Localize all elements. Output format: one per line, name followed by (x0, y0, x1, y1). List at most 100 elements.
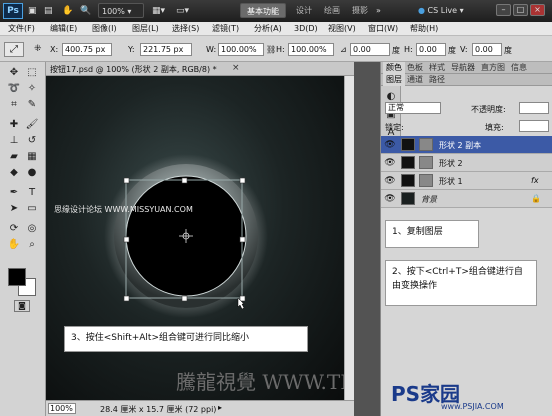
screen-mode-icon[interactable]: ▭▾ (176, 5, 189, 17)
y-position-input[interactable] (140, 43, 192, 56)
layer-row[interactable]: 👁 形状 2 副本 (381, 136, 552, 154)
minimize-button[interactable]: – (496, 4, 511, 16)
tab-navigator[interactable]: 导航器 (451, 62, 475, 74)
width-scale-input[interactable] (218, 43, 264, 56)
document-tab[interactable]: 按钮17.psd @ 100% (形状 2 副本, RGB/8) * × (46, 62, 374, 76)
transform-handle-ne[interactable] (239, 177, 246, 184)
marquee-tool-icon[interactable]: ⬚ (24, 66, 40, 80)
clone-stamp-icon[interactable]: ⊥ (6, 134, 22, 148)
cs-live-button[interactable]: ● CS Live ▾ (418, 3, 464, 18)
transform-handle-w[interactable] (123, 236, 130, 243)
transform-handle-se[interactable] (239, 295, 246, 302)
zoom-level-select[interactable]: 100% ▾ (98, 3, 144, 18)
link-icon[interactable]: ⛓ (266, 45, 276, 54)
cs-live-icon: ● (418, 6, 425, 15)
vertical-scrollbar[interactable] (344, 76, 354, 400)
menu-image[interactable]: 图像(I) (92, 22, 117, 36)
transform-tool-icon[interactable]: ⤢ (4, 42, 24, 57)
menu-layer[interactable]: 图层(L) (132, 22, 159, 36)
tab-swatches[interactable]: 色板 (407, 62, 423, 74)
more-workspaces-button[interactable]: » (376, 3, 381, 18)
menu-view[interactable]: 视图(V) (328, 22, 356, 36)
transform-handle-n[interactable] (181, 177, 188, 184)
opacity-input[interactable] (519, 102, 549, 114)
eyedropper-tool-icon[interactable]: ✎ (24, 98, 40, 112)
menu-window[interactable]: 窗口(W) (368, 22, 398, 36)
move-tool-icon[interactable]: ✥ (6, 66, 22, 80)
workspace-essentials[interactable]: 基本功能 (240, 3, 286, 18)
zoom-level-value: 100% (102, 7, 125, 16)
layer-effects-badge[interactable]: fx (531, 176, 539, 185)
tab-paths[interactable]: 路径 (429, 74, 445, 86)
visibility-eye-icon[interactable]: 👁 (384, 140, 396, 150)
close-document-button[interactable]: × (232, 63, 240, 73)
tab-color[interactable]: 颜色 (383, 62, 405, 74)
visibility-eye-icon[interactable]: 👁 (384, 176, 396, 186)
dodge-tool-icon[interactable]: ● (24, 166, 40, 180)
menu-select[interactable]: 选择(S) (172, 22, 199, 36)
tab-info[interactable]: 信息 (511, 62, 527, 74)
zoom-tool-icon[interactable]: ⌕ (24, 238, 40, 252)
document-canvas[interactable]: 思缘设计论坛 WWW.MISSYUAN.COM 騰龍視覺 WWW.TL.V 3、… (46, 76, 344, 400)
blend-mode-select[interactable]: 正常 (385, 102, 441, 114)
tab-layers[interactable]: 图层 (383, 74, 405, 86)
layer-name: 形状 1 (439, 177, 463, 186)
zoom-tool-icon[interactable]: 🔍 (80, 5, 91, 17)
gradient-tool-icon[interactable]: ▦ (24, 150, 40, 164)
status-menu-icon[interactable]: ▸ (218, 403, 222, 412)
path-selection-icon[interactable]: ➤ (6, 202, 22, 216)
close-window-button[interactable]: × (530, 4, 545, 16)
menu-3d[interactable]: 3D(D) (294, 22, 318, 36)
status-zoom[interactable]: 100% (48, 403, 76, 414)
transform-handle-sw[interactable] (123, 295, 130, 302)
workspace-design[interactable]: 设计 (296, 3, 312, 18)
transform-handle-nw[interactable] (123, 177, 130, 184)
menu-edit[interactable]: 编辑(E) (50, 22, 77, 36)
arrange-documents-icon[interactable]: ▦▾ (152, 5, 165, 17)
healing-brush-icon[interactable]: ✚ (6, 118, 22, 132)
shape-tool-icon[interactable]: ▭ (24, 202, 40, 216)
h-skew-input[interactable] (416, 43, 446, 56)
workspace-photography[interactable]: 摄影 (352, 3, 368, 18)
menu-help[interactable]: 帮助(H) (410, 22, 438, 36)
layer-row[interactable]: 👁 形状 2 (381, 154, 552, 172)
mini-bridge-icon[interactable]: ▤ (44, 5, 53, 17)
layer-row[interactable]: 👁 背景 🔒 (381, 190, 552, 208)
eraser-tool-icon[interactable]: ▰ (6, 150, 22, 164)
tab-styles[interactable]: 样式 (429, 62, 445, 74)
transform-handle-s[interactable] (181, 295, 188, 302)
reference-point-icon[interactable]: ⁜ (34, 43, 46, 55)
pen-tool-icon[interactable]: ✒ (6, 186, 22, 200)
brush-tool-icon[interactable]: 🖌 (24, 118, 40, 132)
crop-tool-icon[interactable]: ⌗ (6, 98, 22, 112)
hand-tool-icon[interactable]: ✋ (6, 238, 22, 252)
transform-handle-e[interactable] (239, 236, 246, 243)
visibility-eye-icon[interactable]: 👁 (384, 194, 396, 204)
v-skew-input[interactable] (472, 43, 502, 56)
menu-filter[interactable]: 滤镜(T) (212, 22, 239, 36)
hand-tool-icon[interactable]: ✋ (62, 5, 73, 17)
fill-input[interactable] (519, 120, 549, 132)
tab-histogram[interactable]: 直方图 (481, 62, 505, 74)
3d-rotate-icon[interactable]: ⟳ (6, 222, 22, 236)
maximize-button[interactable]: □ (513, 4, 528, 16)
workspace-painting[interactable]: 绘画 (324, 3, 340, 18)
lasso-tool-icon[interactable]: ➰ (6, 82, 22, 96)
angle-input[interactable] (350, 43, 390, 56)
foreground-color-swatch-top[interactable] (8, 268, 26, 286)
bridge-icon[interactable]: ▣ (28, 5, 37, 17)
layer-row[interactable]: 👁 形状 1 fx (381, 172, 552, 190)
type-tool-icon[interactable]: T (24, 186, 40, 200)
3d-orbit-icon[interactable]: ◎ (24, 222, 40, 236)
quick-mask-icon[interactable]: ◙ (14, 300, 30, 312)
menu-file[interactable]: 文件(F) (8, 22, 35, 36)
tab-channels[interactable]: 通道 (407, 74, 423, 86)
menu-analysis[interactable]: 分析(A) (254, 22, 282, 36)
x-position-input[interactable] (62, 43, 112, 56)
blur-tool-icon[interactable]: ◆ (6, 166, 22, 180)
magic-wand-icon[interactable]: ✧ (24, 82, 40, 96)
document-title: 按钮17.psd @ 100% (形状 2 副本, RGB/8) * (50, 65, 217, 74)
height-scale-input[interactable] (288, 43, 334, 56)
history-brush-icon[interactable]: ↺ (24, 134, 40, 148)
visibility-eye-icon[interactable]: 👁 (384, 158, 396, 168)
